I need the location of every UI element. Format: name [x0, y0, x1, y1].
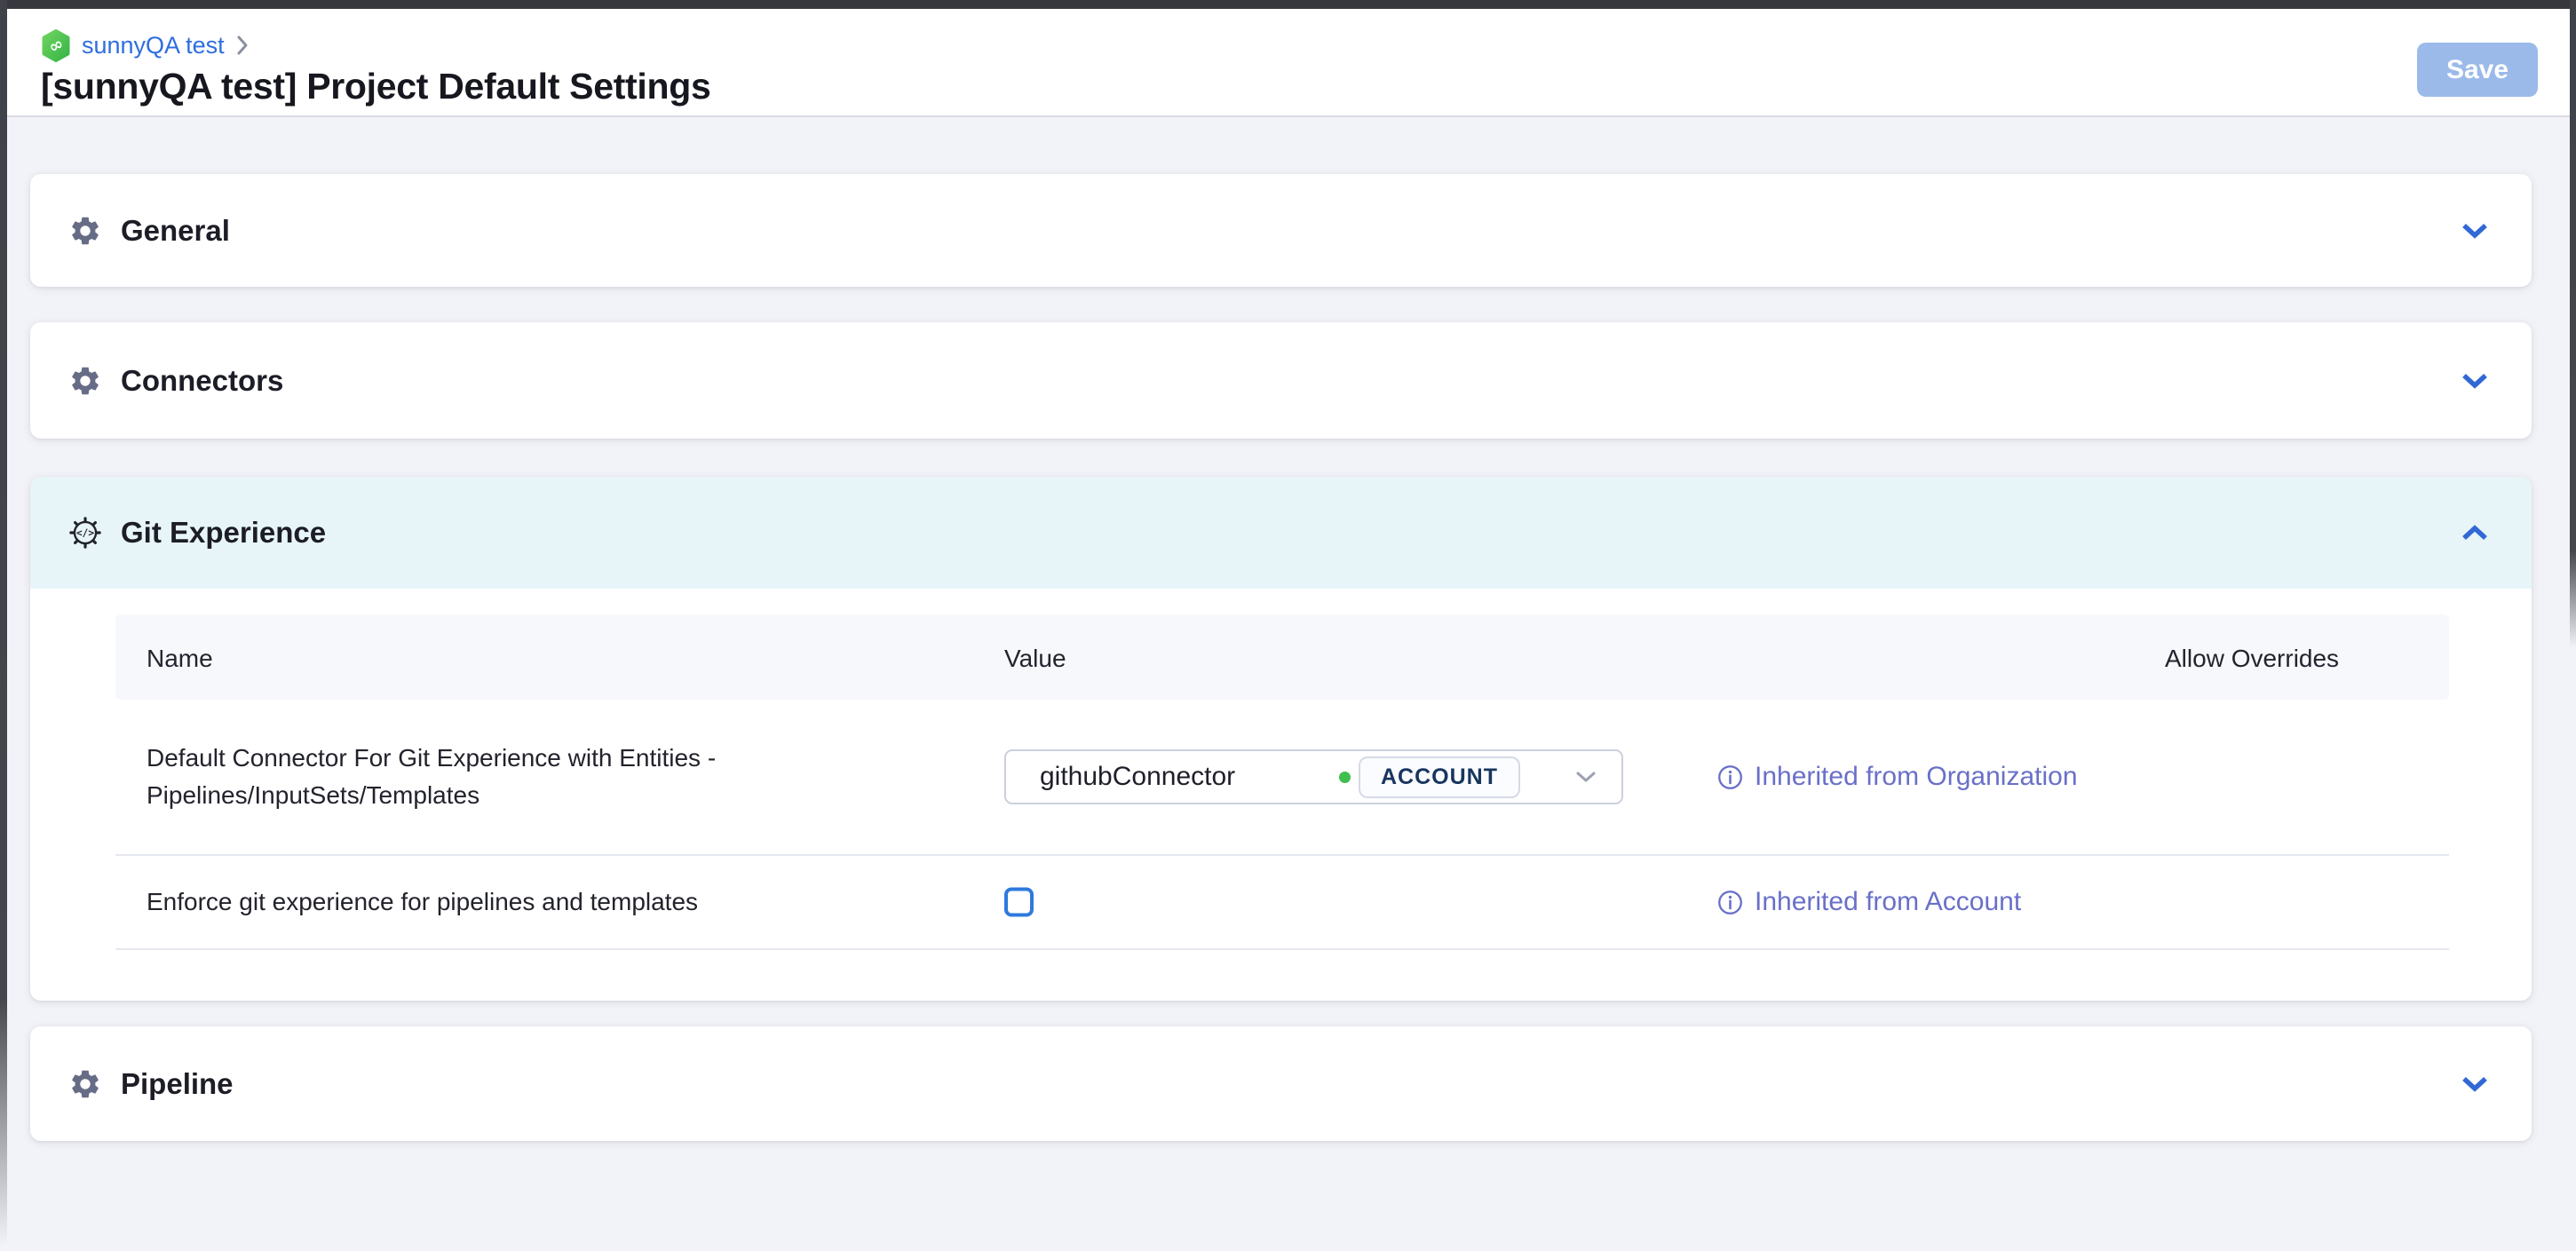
chevron-down-icon[interactable] — [2461, 372, 2489, 390]
page-title: [sunnyQA test] Project Default Settings — [41, 66, 711, 107]
setting-name: Enforce git experience for pipelines and… — [147, 883, 698, 921]
section-card-connectors: Connectors — [30, 322, 2532, 439]
window-frame-top — [0, 0, 2576, 9]
table-header-row: Name Value Allow Overrides — [115, 614, 2449, 700]
section-card-general: General — [30, 174, 2532, 287]
window-frame-right — [2570, 0, 2576, 648]
section-label: General — [121, 214, 230, 248]
info-icon — [1716, 764, 1744, 791]
section-label: Git Experience — [121, 516, 326, 550]
section-header-connectors[interactable]: Connectors — [30, 322, 2532, 439]
inherited-from-organization-link[interactable]: Inherited from Organization — [1716, 762, 2078, 792]
svg-text:</>: </> — [76, 527, 94, 539]
setting-name: Default Connector For Git Experience wit… — [147, 740, 716, 814]
gear-code-icon: </> — [68, 516, 102, 550]
chevron-down-icon — [1575, 771, 1597, 783]
section-header-git-experience[interactable]: </> Git Experience — [30, 477, 2532, 589]
breadcrumb-project-link[interactable]: sunnyQA test — [82, 32, 225, 59]
enforce-git-checkbox[interactable] — [1004, 888, 1034, 917]
chevron-down-icon[interactable] — [2461, 222, 2489, 240]
gear-icon — [68, 364, 102, 398]
section-label: Connectors — [121, 364, 283, 398]
page-header: ∞ sunnyQA test [sunnyQA test] Project De… — [7, 9, 2570, 117]
window-frame-left — [0, 0, 7, 1247]
section-label: Pipeline — [121, 1067, 234, 1101]
column-header-name: Name — [147, 645, 213, 673]
chevron-up-icon[interactable] — [2461, 524, 2489, 542]
connector-status-dot — [1339, 772, 1351, 783]
column-header-allow-overrides: Allow Overrides — [2165, 645, 2339, 673]
column-header-value: Value — [1004, 645, 1066, 673]
table-row: Enforce git experience for pipelines and… — [115, 856, 2449, 950]
section-card-git-experience: </> Git Experience Name Value Allow Over… — [30, 477, 2532, 1001]
connector-select[interactable]: githubConnector ACCOUNT — [1004, 749, 1623, 804]
gear-icon — [68, 214, 102, 248]
scope-badge: ACCOUNT — [1359, 756, 1520, 798]
project-hexagon-icon: ∞ — [41, 29, 71, 62]
connector-select-value: githubConnector — [1040, 762, 1235, 792]
git-settings-table: Name Value Allow Overrides Default Conne… — [115, 614, 2449, 950]
gear-icon — [68, 1067, 102, 1101]
chevron-down-icon[interactable] — [2461, 1075, 2489, 1093]
breadcrumb-chevron-icon — [235, 34, 250, 57]
info-icon — [1716, 889, 1744, 916]
section-header-general[interactable]: General — [30, 174, 2532, 287]
inherited-from-account-link[interactable]: Inherited from Account — [1716, 887, 2021, 917]
section-header-pipeline[interactable]: Pipeline — [30, 1026, 2532, 1141]
breadcrumb: ∞ sunnyQA test — [41, 28, 250, 62]
section-card-pipeline: Pipeline — [30, 1026, 2532, 1141]
save-button[interactable]: Save — [2417, 43, 2538, 97]
table-row: Default Connector For Git Experience wit… — [115, 700, 2449, 856]
